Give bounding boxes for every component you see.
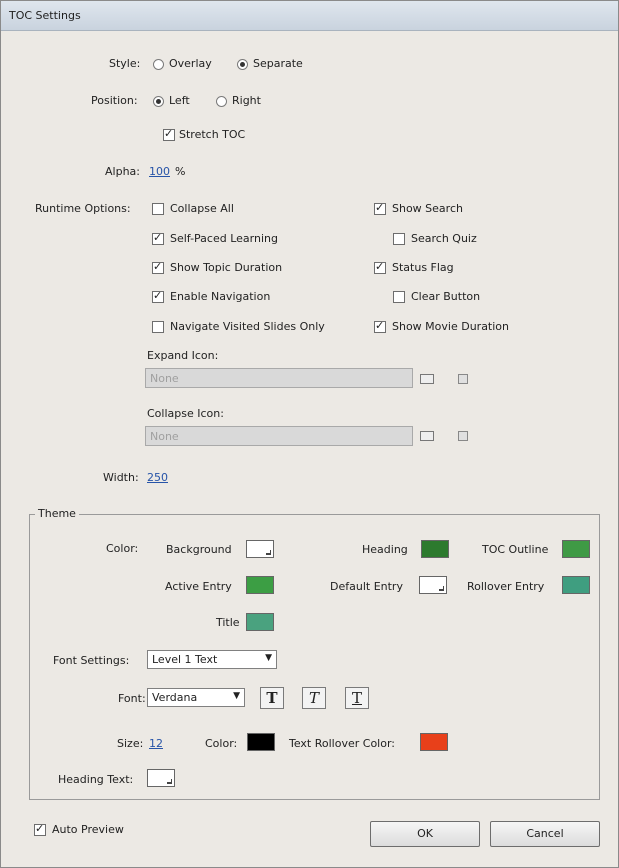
clear-button-checkbox[interactable] (393, 291, 405, 303)
stretch-toc-checkbox[interactable] (163, 127, 175, 141)
auto-preview-label[interactable]: Auto Preview (52, 823, 124, 836)
show-search-checkbox[interactable] (374, 201, 386, 215)
show-movie-duration-checkbox[interactable] (374, 319, 386, 333)
search-quiz-checkbox[interactable] (393, 233, 405, 245)
position-right-label[interactable]: Right (232, 94, 261, 107)
navigate-visited-slides-only-checkbox[interactable] (152, 321, 164, 333)
style-overlay-label[interactable]: Overlay (169, 57, 212, 70)
folder-icon[interactable] (420, 431, 434, 441)
collapse-all-checkbox[interactable] (152, 203, 164, 215)
status-flag-checkbox[interactable] (374, 260, 386, 274)
background-color-swatch[interactable] (246, 540, 274, 558)
italic-button[interactable]: T (302, 687, 326, 709)
stretch-toc-label[interactable]: Stretch TOC (179, 128, 245, 141)
title-bar: TOC Settings (1, 1, 618, 31)
expand-icon-field[interactable]: None (145, 368, 413, 388)
position-label: Position: (91, 94, 138, 107)
cancel-button[interactable]: Cancel (490, 821, 600, 847)
font-value: Verdana (152, 691, 198, 704)
collapse-icon-label: Collapse Icon: (147, 407, 224, 420)
bold-button[interactable]: T (260, 687, 284, 709)
font-color-label: Color: (205, 737, 238, 750)
heading-text-label: Heading Text: (58, 773, 134, 786)
theme-color-label: Color: (106, 542, 139, 555)
size-label: Size: (117, 737, 144, 750)
clear-icon[interactable] (458, 374, 468, 384)
clear-button-label[interactable]: Clear Button (411, 290, 480, 303)
position-right-radio[interactable] (216, 96, 227, 107)
folder-icon[interactable] (420, 374, 434, 384)
alpha-unit: % (175, 165, 186, 178)
show-movie-duration-label[interactable]: Show Movie Duration (392, 320, 509, 333)
font-select[interactable]: Verdana ▼ (147, 688, 245, 707)
chevron-down-icon: ▼ (233, 691, 240, 701)
collapse-icon-field[interactable]: None (145, 426, 413, 446)
text-rollover-color-label: Text Rollover Color: (289, 737, 395, 750)
text-rollover-color-swatch[interactable] (420, 733, 448, 751)
rollover-entry-color-swatch[interactable] (562, 576, 590, 594)
title-color-label: Title (216, 616, 240, 629)
ok-button[interactable]: OK (370, 821, 480, 847)
alpha-label: Alpha: (105, 165, 140, 178)
toc-settings-dialog: TOC Settings Style: Overlay Separate Pos… (0, 0, 619, 868)
size-value[interactable]: 12 (149, 737, 163, 750)
search-quiz-label[interactable]: Search Quiz (411, 232, 477, 245)
collapse-all-label[interactable]: Collapse All (170, 202, 234, 215)
show-search-label[interactable]: Show Search (392, 202, 463, 215)
heading-label: Heading (362, 543, 408, 556)
status-flag-label[interactable]: Status Flag (392, 261, 454, 274)
toc-outline-label: TOC Outline (482, 543, 549, 556)
rollover-entry-label: Rollover Entry (467, 580, 545, 593)
width-label: Width: (103, 471, 139, 484)
auto-preview-checkbox[interactable] (34, 822, 46, 836)
chevron-down-icon: ▼ (265, 653, 272, 663)
title-color-swatch[interactable] (246, 613, 274, 631)
style-separate-label[interactable]: Separate (253, 57, 303, 70)
active-entry-label: Active Entry (165, 580, 232, 593)
font-settings-value: Level 1 Text (152, 653, 218, 666)
theme-group-title: Theme (35, 507, 79, 520)
window-title: TOC Settings (9, 9, 81, 22)
underline-button[interactable]: T (345, 687, 369, 709)
active-entry-color-swatch[interactable] (246, 576, 274, 594)
self-paced-learning-checkbox[interactable] (152, 231, 164, 245)
font-label: Font: (118, 692, 146, 705)
self-paced-learning-label[interactable]: Self-Paced Learning (170, 232, 278, 245)
clear-icon[interactable] (458, 431, 468, 441)
style-label: Style: (109, 57, 141, 70)
default-entry-color-swatch[interactable] (419, 576, 447, 594)
expand-icon-label: Expand Icon: (147, 349, 219, 362)
heading-color-swatch[interactable] (421, 540, 449, 558)
background-label: Background (166, 543, 232, 556)
heading-text-color-swatch[interactable] (147, 769, 175, 787)
runtime-options-label: Runtime Options: (35, 202, 131, 215)
default-entry-label: Default Entry (330, 580, 403, 593)
position-left-radio[interactable] (153, 96, 164, 107)
show-topic-duration-label[interactable]: Show Topic Duration (170, 261, 282, 274)
alpha-value[interactable]: 100 (149, 165, 170, 178)
font-settings-select[interactable]: Level 1 Text ▼ (147, 650, 277, 669)
width-value[interactable]: 250 (147, 471, 168, 484)
enable-navigation-label[interactable]: Enable Navigation (170, 290, 270, 303)
enable-navigation-checkbox[interactable] (152, 289, 164, 303)
navigate-visited-slides-only-label[interactable]: Navigate Visited Slides Only (170, 320, 325, 333)
style-separate-radio[interactable] (237, 59, 248, 70)
show-topic-duration-checkbox[interactable] (152, 260, 164, 274)
font-color-swatch[interactable] (247, 733, 275, 751)
toc-outline-color-swatch[interactable] (562, 540, 590, 558)
font-settings-label: Font Settings: (53, 654, 130, 667)
position-left-label[interactable]: Left (169, 94, 190, 107)
style-overlay-radio[interactable] (153, 59, 164, 70)
